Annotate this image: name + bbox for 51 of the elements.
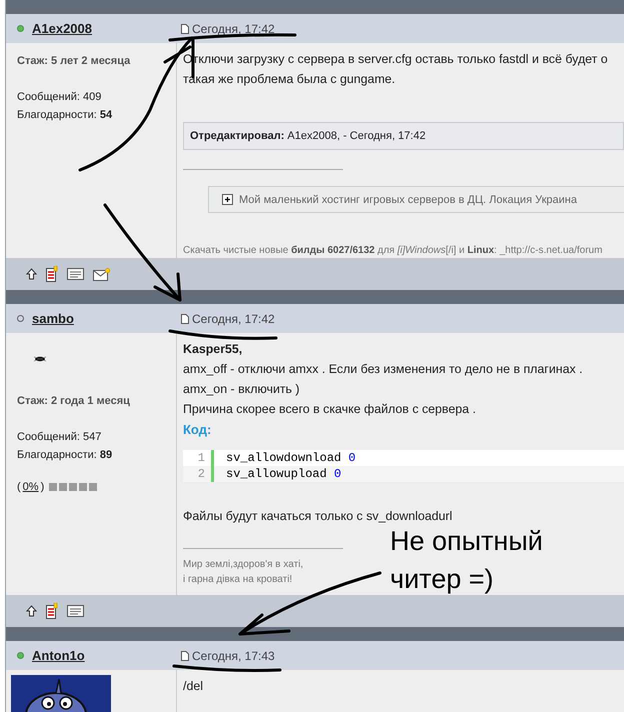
post-text: amx_on - включить ) — [183, 381, 301, 398]
post-text: Kasper55, — [183, 341, 244, 358]
report-icon[interactable] — [46, 603, 58, 619]
thanks-count: Благодарности: 89 — [17, 449, 114, 463]
document-icon — [181, 24, 189, 34]
reputation-square — [49, 483, 58, 491]
plus-icon — [222, 194, 233, 205]
reputation-square — [59, 483, 68, 491]
reputation-square — [89, 483, 98, 491]
post-text: Файлы будут качаться только с sv_downloadurl — [183, 508, 454, 525]
thanks-count: Благодарности: 54 — [17, 109, 114, 123]
code-line: sv_allowupload 0 — [225, 467, 342, 481]
author-name[interactable]: sambo — [32, 311, 74, 326]
edit-note: Отредактировал: A1ex2008, - Сегодня, 17:42 — [183, 122, 624, 150]
tenure-text: Стаж: 5 лет 2 месяца — [17, 55, 132, 69]
code-line: sv_allowdownload 0 — [225, 451, 356, 465]
line-number: 2 — [183, 466, 214, 482]
signature-text: і гарна дівка на кроваті! — [183, 573, 292, 587]
signature-text: Скачать чистые новые билды 6027/6132 для [i]Windows[/i] и Linux: _http://c-s.net.ua/forum — [183, 244, 602, 258]
spider-icon — [33, 356, 47, 362]
message-count: Сообщений: 409 — [17, 91, 102, 105]
post-date: Сегодня, 17:42 — [192, 22, 275, 36]
author-name[interactable]: Anton1o — [32, 648, 85, 663]
paren-text: ) — [40, 481, 44, 493]
document-icon — [181, 650, 189, 660]
post-date: Сегодня, 17:43 — [192, 648, 275, 662]
post-text: /del — [183, 678, 204, 695]
profile-card-icon[interactable] — [67, 605, 84, 617]
tenure-text: Стаж: 2 года 1 месяц — [17, 395, 131, 409]
reputation-square — [69, 483, 78, 491]
arrow-up-icon[interactable] — [26, 605, 37, 617]
post-text: Причина скорее всего в скачке файлов с сервера . — [183, 401, 477, 418]
post-date: Сегодня, 17:42 — [192, 312, 275, 326]
code-label: Код: — [183, 422, 212, 439]
handwritten-note: читер =) — [390, 563, 495, 596]
spoiler-toggle[interactable]: Мой маленький хостинг игровых серверов в ДЦ. Локация Украина — [208, 186, 624, 213]
handwritten-note: Не опытный — [390, 525, 543, 558]
reputation-link[interactable]: 0% — [22, 481, 39, 493]
author-name[interactable]: A1ex2008 — [32, 21, 92, 36]
arrow-up-icon[interactable] — [26, 268, 37, 280]
document-icon — [181, 314, 189, 324]
profile-card-icon[interactable] — [67, 268, 84, 280]
reputation-square — [79, 483, 88, 491]
post-text: amx_off - отключи amxx . Если без изменения то дело не в плагинах . — [183, 361, 584, 378]
report-icon[interactable] — [46, 266, 58, 282]
envelope-icon[interactable] — [93, 268, 110, 280]
message-count: Сообщений: 547 — [17, 431, 102, 445]
spoiler-title: Мой маленький хостинг игровых серверов в ДЦ. Локация Украина — [239, 194, 577, 206]
paren-text: ( — [17, 481, 21, 493]
post-text: такая же проблема была с gungame. — [183, 71, 396, 88]
signature-text: Мир землі,здоров'я в хаті, — [183, 558, 304, 572]
